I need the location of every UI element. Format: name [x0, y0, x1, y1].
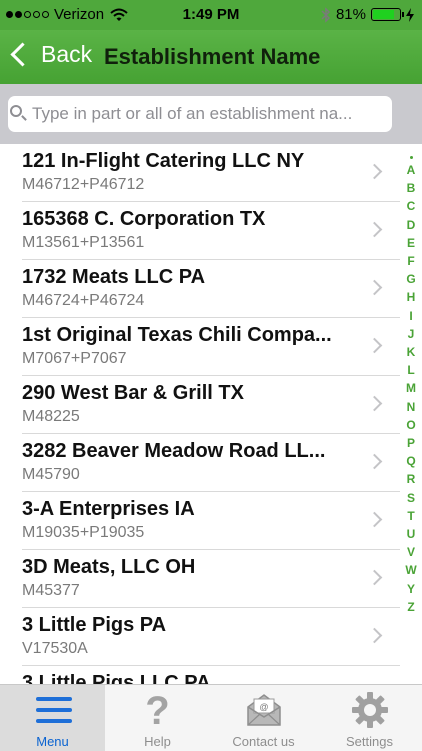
tab-help-label: Help — [144, 734, 171, 749]
establishment-name: 165368 C. Corporation TX — [22, 208, 266, 230]
back-button[interactable]: Back — [10, 41, 92, 68]
establishment-code: M48225 — [22, 408, 80, 425]
list-item[interactable]: 3 Little Pigs PA V17530A — [22, 608, 400, 666]
establishment-code: M19035+P19035 — [22, 524, 145, 541]
index-letter[interactable]: G — [400, 270, 422, 288]
chevron-right-icon — [366, 395, 383, 412]
establishment-code: M7067+P7067 — [22, 350, 127, 367]
chevron-right-icon — [366, 221, 383, 238]
chevron-left-icon — [10, 42, 35, 67]
tab-settings-label: Settings — [346, 734, 393, 749]
establishment-name: 1st Original Texas Chili Compa... — [22, 324, 332, 346]
chevron-right-icon — [366, 511, 383, 528]
search-input[interactable] — [32, 96, 388, 132]
index-dot — [410, 156, 413, 159]
index-letter[interactable]: D — [400, 216, 422, 234]
tab-bar: Menu ? Help @ Contact us Settings — [0, 684, 422, 751]
establishment-code: M46724+P46724 — [22, 292, 145, 309]
list-item[interactable]: 3 Little Pigs LLC PA — [22, 666, 400, 684]
chevron-right-icon — [366, 569, 383, 586]
establishment-name: 3282 Beaver Meadow Road LL... — [22, 440, 326, 462]
list-item[interactable]: 1732 Meats LLC PA M46724+P46724 — [22, 260, 400, 318]
list-item[interactable]: 1st Original Texas Chili Compa... M7067+P… — [22, 318, 400, 376]
tab-menu-label: Menu — [36, 734, 69, 749]
list-item[interactable]: 3282 Beaver Meadow Road LL... M45790 — [22, 434, 400, 492]
index-letter[interactable]: Y — [400, 580, 422, 598]
status-right: 81% — [321, 6, 414, 23]
chevron-right-icon — [366, 337, 383, 354]
page-title: Establishment Name — [104, 44, 321, 69]
index-letter[interactable]: L — [400, 361, 422, 379]
menu-icon — [36, 695, 72, 725]
alphabet-index[interactable]: ABCDEFGHIJKLMNOPQRSTUVWYZ — [400, 144, 422, 684]
index-letter[interactable]: B — [400, 179, 422, 197]
battery-icon — [371, 8, 404, 21]
list-item[interactable]: 3D Meats, LLC OH M45377 — [22, 550, 400, 608]
chevron-right-icon — [366, 627, 383, 644]
back-button-label: Back — [41, 41, 93, 67]
navigation-bar: Back Establishment Name — [0, 30, 422, 84]
index-letter[interactable]: I — [400, 307, 422, 325]
index-letter[interactable]: E — [400, 234, 422, 252]
establishment-name: 3-A Enterprises IA — [22, 498, 195, 520]
tab-menu[interactable]: Menu — [0, 685, 105, 751]
chevron-right-icon — [366, 453, 383, 470]
establishment-name: 3 Little Pigs LLC PA — [22, 672, 211, 684]
establishment-code: V17530A — [22, 640, 88, 657]
index-letter[interactable]: V — [400, 543, 422, 561]
index-letter[interactable]: Z — [400, 598, 422, 616]
list-item[interactable]: 165368 C. Corporation TX M13561+P13561 — [22, 202, 400, 260]
mail-icon: @ — [247, 694, 281, 726]
establishment-name: 1732 Meats LLC PA — [22, 266, 206, 288]
index-letter[interactable]: Q — [400, 452, 422, 470]
index-letter[interactable]: U — [400, 525, 422, 543]
search-icon — [10, 105, 22, 117]
search-field[interactable] — [8, 96, 392, 132]
index-letter[interactable]: S — [400, 489, 422, 507]
index-letter[interactable]: P — [400, 434, 422, 452]
index-letter[interactable]: C — [400, 197, 422, 215]
index-letter[interactable]: T — [400, 507, 422, 525]
list-item[interactable]: 290 West Bar & Grill TX M48225 — [22, 376, 400, 434]
index-letter[interactable]: M — [400, 379, 422, 397]
index-letter[interactable]: J — [400, 325, 422, 343]
index-letter[interactable]: N — [400, 398, 422, 416]
tab-contact-us[interactable]: @ Contact us — [211, 685, 316, 751]
list-item[interactable]: 121 In-Flight Catering LLC NY M46712+P467… — [22, 144, 400, 202]
chevron-right-icon — [366, 163, 383, 180]
index-letter[interactable]: F — [400, 252, 422, 270]
establishment-list[interactable]: 121 In-Flight Catering LLC NY M46712+P467… — [0, 144, 400, 684]
establishment-name: 3 Little Pigs PA — [22, 614, 167, 636]
establishment-name: 121 In-Flight Catering LLC NY — [22, 150, 305, 172]
battery-percent: 81% — [335, 6, 366, 23]
bluetooth-icon — [321, 6, 331, 23]
index-letter[interactable]: K — [400, 343, 422, 361]
list-item[interactable]: 3-A Enterprises IA M19035+P19035 — [22, 492, 400, 550]
status-bar: Verizon 1:49 PM 81% — [0, 0, 422, 30]
charging-bolt-icon — [406, 7, 414, 22]
tab-settings[interactable]: Settings — [317, 685, 422, 751]
tab-help[interactable]: ? Help — [105, 685, 210, 751]
help-icon: ? — [145, 689, 170, 733]
index-letter[interactable]: R — [400, 470, 422, 488]
establishment-code: M13561+P13561 — [22, 234, 145, 251]
chevron-right-icon — [366, 279, 383, 296]
index-letter[interactable]: A — [400, 161, 422, 179]
establishment-code: M45377 — [22, 582, 80, 599]
establishment-name: 3D Meats, LLC OH — [22, 556, 196, 578]
index-letter[interactable]: W — [400, 561, 422, 579]
index-letter[interactable]: O — [400, 416, 422, 434]
establishment-code: M46712+P46712 — [22, 176, 145, 193]
establishment-code: M45790 — [22, 466, 80, 483]
search-bar — [0, 84, 422, 144]
establishment-name: 290 West Bar & Grill TX — [22, 382, 244, 404]
svg-text:@: @ — [259, 702, 268, 712]
tab-contact-us-label: Contact us — [232, 734, 295, 749]
gear-icon — [352, 692, 388, 728]
index-letter[interactable]: H — [400, 288, 422, 306]
